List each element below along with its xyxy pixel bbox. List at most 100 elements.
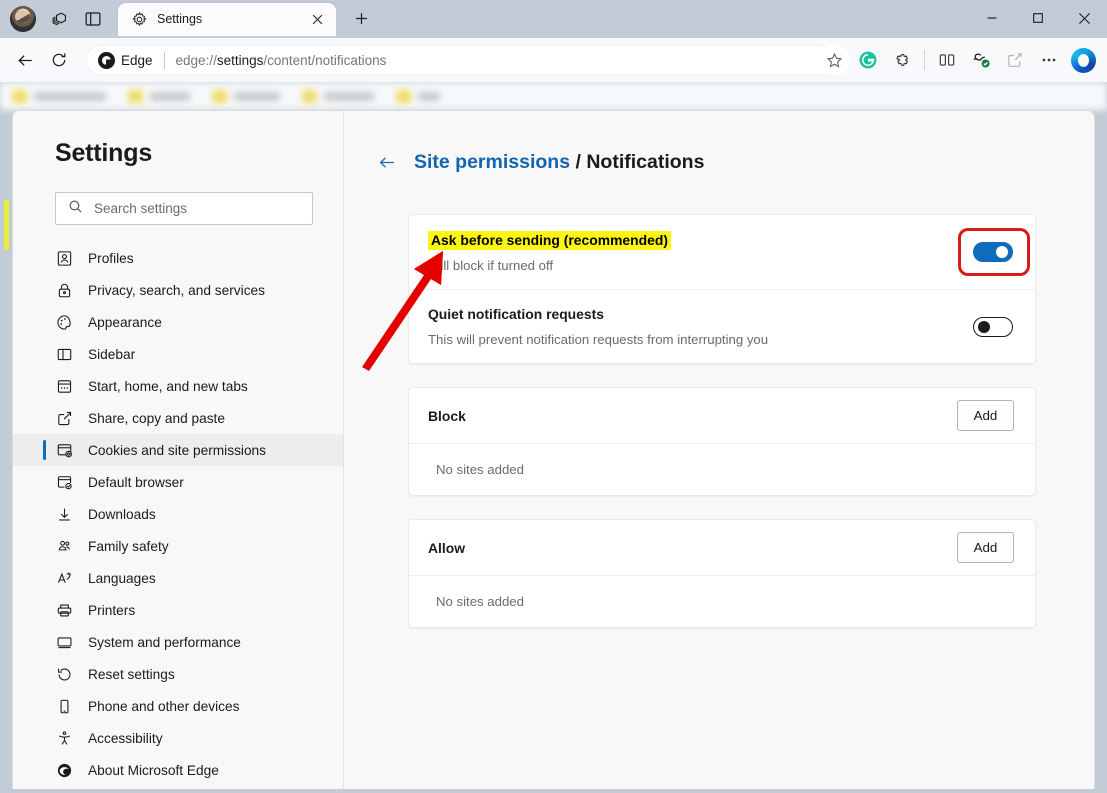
folder-icon: [302, 89, 317, 103]
breadcrumb-parent-link[interactable]: Site permissions: [414, 151, 570, 173]
toggle-knob: [996, 246, 1008, 258]
share-icon[interactable]: [999, 44, 1031, 76]
profile-avatar[interactable]: [10, 6, 36, 32]
folder-icon: [396, 89, 411, 103]
yellow-edge-marker: [4, 200, 9, 250]
sidebar-item-privacy[interactable]: Privacy, search, and services: [13, 274, 343, 306]
address-bar[interactable]: Edge edge://settings/content/notificatio…: [86, 45, 834, 75]
sidebar-item-reset-settings[interactable]: Reset settings: [13, 658, 343, 690]
sidebar-item-label: Sidebar: [88, 346, 136, 362]
setting-title-highlighted: Ask before sending (recommended): [428, 231, 671, 250]
sidebar-item-label: Privacy, search, and services: [88, 282, 265, 298]
browser-tab[interactable]: Settings: [118, 2, 336, 36]
quiet-notification-requests-toggle[interactable]: [973, 316, 1013, 337]
sidebar-item-profiles[interactable]: Profiles: [13, 242, 343, 274]
lock-icon: [55, 281, 73, 299]
navigation-toolbar: Edge edge://settings/content/notificatio…: [0, 38, 1107, 82]
url-suffix: /content/notifications: [263, 52, 387, 68]
reset-icon: [55, 665, 73, 683]
copilot-icon[interactable]: [1067, 44, 1099, 76]
sidebar-item-share-copy-paste[interactable]: Share, copy and paste: [13, 402, 343, 434]
sidebar-item-cookies-and-site-permissions[interactable]: Cookies and site permissions: [13, 434, 343, 466]
cookies-icon: [55, 441, 73, 459]
sidebar-item-label: Default browser: [88, 474, 184, 490]
allow-title: Allow: [428, 539, 466, 556]
sidebar-item-label: Start, home, and new tabs: [88, 378, 248, 394]
maximize-icon[interactable]: [1015, 0, 1061, 36]
setting-row-text: Ask before sending (recommended) Will bl…: [428, 231, 973, 273]
languages-icon: [55, 569, 73, 587]
toggle-container: [958, 228, 1030, 276]
breadcrumb: Site permissions / Notifications: [377, 151, 1068, 174]
title-bar: Settings: [0, 0, 1107, 38]
favorite-item[interactable]: [396, 89, 440, 103]
site-chip[interactable]: Edge: [98, 51, 153, 69]
block-title: Block: [428, 407, 466, 424]
close-icon[interactable]: [306, 8, 328, 30]
folder-icon: [128, 89, 143, 103]
sidebar-item-sidebar[interactable]: Sidebar: [13, 338, 343, 370]
favorite-item[interactable]: [212, 89, 280, 103]
sidebar-item-default-browser[interactable]: Default browser: [13, 466, 343, 498]
url-text: edge://settings/content/notifications: [176, 53, 387, 68]
search-settings-input[interactable]: Search settings: [55, 192, 313, 225]
favorite-item[interactable]: [12, 89, 106, 103]
toolbar-divider: [924, 50, 925, 70]
default-browser-icon: [55, 473, 73, 491]
download-icon: [55, 505, 73, 523]
setting-title: Quiet notification requests: [428, 306, 604, 322]
new-tab-button[interactable]: [346, 3, 376, 33]
sidebar-item-about-microsoft-edge[interactable]: About Microsoft Edge: [13, 754, 343, 786]
favorite-button[interactable]: [818, 45, 850, 75]
settings-sidebar: Settings Search settings Profiles Privac…: [13, 111, 344, 789]
sidebar-item-downloads[interactable]: Downloads: [13, 498, 343, 530]
gear-icon: [131, 11, 148, 28]
sidebar-item-appearance[interactable]: Appearance: [13, 306, 343, 338]
split-screen-icon[interactable]: [931, 44, 963, 76]
favorite-item[interactable]: [128, 89, 190, 103]
sidebar-toggle-icon[interactable]: [78, 4, 108, 34]
palette-icon: [55, 313, 73, 331]
favorite-item[interactable]: [302, 89, 374, 103]
toolbar-actions: [818, 44, 1099, 76]
sidebar-item-label: Printers: [88, 602, 136, 618]
sidebar-item-label: Downloads: [88, 506, 156, 522]
back-arrow-icon[interactable]: [377, 153, 397, 173]
sidebar-icon: [55, 345, 73, 363]
breadcrumb-text: Site permissions / Notifications: [414, 151, 704, 174]
share-icon: [55, 409, 73, 427]
tabstrip-left-controls: Settings: [0, 0, 376, 38]
search-icon: [68, 199, 83, 219]
refresh-icon[interactable]: [42, 43, 76, 77]
sidebar-item-label: Appearance: [88, 314, 162, 330]
grammarly-icon[interactable]: [852, 44, 884, 76]
block-add-button[interactable]: Add: [957, 400, 1014, 431]
printer-icon: [55, 601, 73, 619]
breadcrumb-separator: /: [570, 151, 587, 173]
minimize-icon[interactable]: [969, 0, 1015, 36]
browser-window: Settings Edge edge://settings/content/no…: [0, 0, 1107, 793]
url-prefix: edge://: [175, 52, 217, 68]
sidebar-item-start-home-new-tabs[interactable]: Start, home, and new tabs: [13, 370, 343, 402]
more-options-icon[interactable]: [1033, 44, 1065, 76]
accessibility-icon: [55, 729, 73, 747]
omnibox-divider: [163, 51, 165, 69]
ask-before-sending-toggle[interactable]: [973, 242, 1013, 262]
close-window-icon[interactable]: [1061, 0, 1107, 36]
extensions-icon[interactable]: [886, 44, 918, 76]
tab-actions-icon[interactable]: [44, 4, 74, 34]
sidebar-item-family-safety[interactable]: Family safety: [13, 530, 343, 562]
sidebar-item-system-and-performance[interactable]: System and performance: [13, 626, 343, 658]
sidebar-item-phone-and-other-devices[interactable]: Phone and other devices: [13, 690, 343, 722]
sidebar-item-printers[interactable]: Printers: [13, 594, 343, 626]
sidebar-item-label: Languages: [88, 570, 156, 586]
folder-icon: [212, 89, 227, 103]
allow-add-button[interactable]: Add: [957, 532, 1014, 563]
back-icon[interactable]: [8, 43, 42, 77]
site-chip-label: Edge: [121, 52, 153, 68]
sidebar-item-label: Reset settings: [88, 666, 175, 682]
browser-essentials-icon[interactable]: [965, 44, 997, 76]
sidebar-item-label: Accessibility: [88, 730, 163, 746]
sidebar-item-languages[interactable]: Languages: [13, 562, 343, 594]
sidebar-item-accessibility[interactable]: Accessibility: [13, 722, 343, 754]
